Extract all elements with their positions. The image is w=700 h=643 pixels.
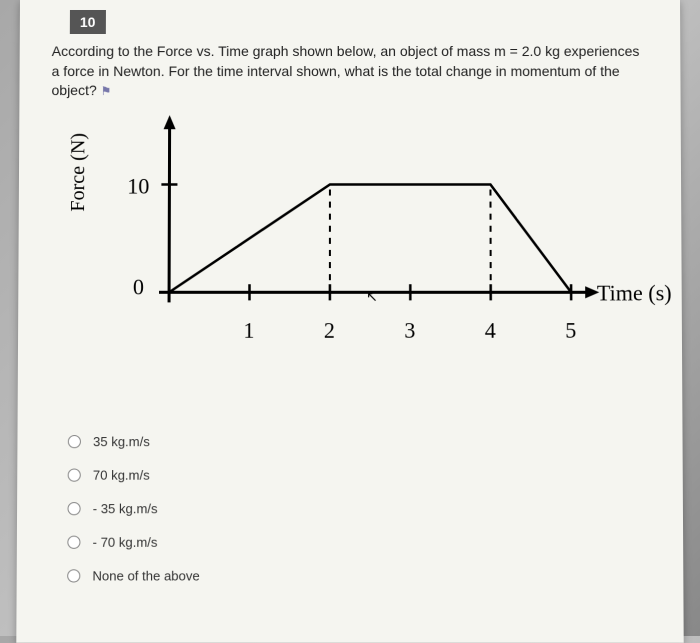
origin-label: 0 bbox=[133, 274, 144, 300]
answer-options: 35 kg.m/s 70 kg.m/s - 35 kg.m/s - 70 kg.… bbox=[67, 434, 653, 584]
option-label: 70 kg.m/s bbox=[93, 467, 150, 482]
radio-icon[interactable] bbox=[67, 569, 80, 582]
option-label: None of the above bbox=[92, 568, 199, 583]
option-label: - 70 kg.m/s bbox=[93, 534, 158, 549]
radio-icon[interactable] bbox=[68, 468, 81, 481]
option-d[interactable]: - 70 kg.m/s bbox=[67, 534, 653, 549]
option-label: - 35 kg.m/s bbox=[93, 501, 158, 516]
y-axis bbox=[169, 121, 170, 302]
question-text-content: According to the Force vs. Time graph sh… bbox=[51, 43, 639, 98]
option-c[interactable]: - 35 kg.m/s bbox=[67, 501, 652, 516]
option-b[interactable]: 70 kg.m/s bbox=[68, 467, 653, 482]
option-e[interactable]: None of the above bbox=[67, 568, 653, 583]
x-axis-label: Time (s) bbox=[597, 280, 672, 306]
radio-icon[interactable] bbox=[67, 535, 80, 548]
x-tick-label-2: 2 bbox=[324, 317, 335, 343]
question-text: According to the Force vs. Time graph sh… bbox=[51, 42, 650, 101]
flag-icon: ⚑ bbox=[101, 84, 112, 98]
chart-svg bbox=[68, 111, 631, 353]
radio-icon[interactable] bbox=[67, 502, 80, 515]
y-tick-label-10: 10 bbox=[127, 173, 149, 199]
option-label: 35 kg.m/s bbox=[93, 434, 150, 449]
x-tick-label-1: 1 bbox=[243, 317, 254, 343]
force-time-chart: Force (N) Time (s) 10 0 1 2 3 4 5 ↖ bbox=[68, 111, 652, 393]
question-paper: 10 According to the Force vs. Time graph… bbox=[16, 0, 683, 643]
force-line bbox=[169, 184, 571, 292]
x-tick-label-5: 5 bbox=[565, 317, 576, 343]
x-tick-label-3: 3 bbox=[404, 317, 415, 343]
x-tick-label-4: 4 bbox=[485, 317, 496, 343]
option-a[interactable]: 35 kg.m/s bbox=[68, 434, 653, 449]
y-axis-label: Force (N) bbox=[67, 133, 90, 212]
radio-icon[interactable] bbox=[68, 435, 81, 448]
question-number-badge: 10 bbox=[70, 10, 106, 34]
y-axis-arrow bbox=[164, 115, 176, 129]
